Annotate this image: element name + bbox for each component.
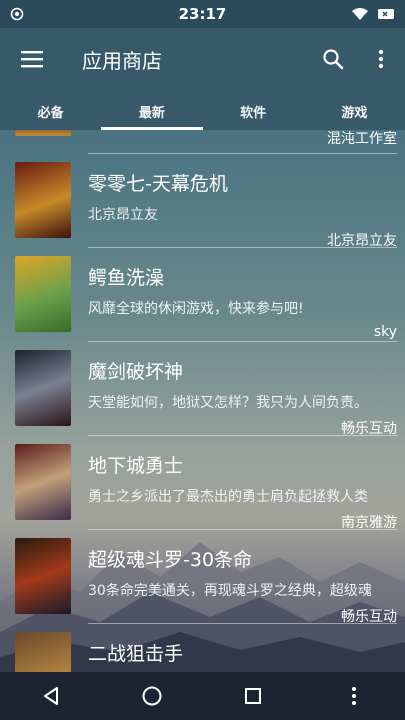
app-developer: sky bbox=[373, 324, 397, 340]
app-description: 勇士之乡派出了最杰出的勇士肩负起拯救人类 bbox=[88, 489, 368, 505]
tab-label: 软件 bbox=[240, 106, 267, 121]
circle-dot-icon bbox=[10, 7, 24, 21]
tab-bar: 必备 最新 软件 游戏 bbox=[0, 90, 405, 130]
app-thumbnail bbox=[15, 538, 71, 614]
list-item[interactable]: 二战狙击手 bbox=[0, 624, 405, 672]
tab-essentials[interactable]: 必备 bbox=[0, 90, 101, 130]
app-thumbnail bbox=[15, 350, 71, 426]
app-description: 30条命完美通关，再现魂斗罗之经典，超级魂 bbox=[88, 583, 372, 599]
more-vertical-icon bbox=[378, 49, 384, 69]
tab-label: 最新 bbox=[138, 106, 165, 121]
list-item[interactable]: 超级魂斗罗-30条命 30条命完美通关，再现魂斗罗之经典，超级魂 畅乐互动 bbox=[0, 530, 405, 625]
list-item[interactable]: 地下城勇士 勇士之乡派出了最杰出的勇士肩负起拯救人类 南京雅游 bbox=[0, 436, 405, 531]
app-title: 应用商店 bbox=[82, 48, 162, 73]
back-triangle-icon bbox=[43, 687, 58, 705]
app-bar: 应用商店 bbox=[0, 28, 405, 90]
nav-more-button[interactable] bbox=[324, 672, 384, 720]
overflow-menu-button[interactable] bbox=[357, 28, 405, 90]
status-bar: 23:17 bbox=[0, 0, 405, 28]
app-name: 地下城勇士 bbox=[88, 455, 184, 477]
app-list[interactable]: 混沌工作室 零零七-天幕危机 北京昂立友 北京昂立友 鳄鱼洗澡 风靡全球的休闲游… bbox=[0, 130, 405, 672]
menu-button[interactable] bbox=[0, 28, 64, 90]
back-button[interactable] bbox=[21, 672, 81, 720]
app-name: 超级魂斗罗-30条命 bbox=[88, 549, 253, 571]
battery-icon bbox=[378, 9, 394, 19]
app-thumbnail bbox=[15, 162, 71, 238]
home-circle-icon bbox=[142, 686, 162, 706]
app-thumbnail bbox=[15, 632, 71, 672]
tab-label: 必备 bbox=[37, 106, 64, 121]
app-description: 北京昂立友 bbox=[88, 207, 158, 223]
app-thumbnail bbox=[15, 256, 71, 332]
app-thumbnail bbox=[15, 444, 71, 520]
recents-button[interactable] bbox=[223, 672, 283, 720]
search-icon bbox=[323, 49, 344, 70]
list-item[interactable]: 零零七-天幕危机 北京昂立友 北京昂立友 bbox=[0, 154, 405, 249]
list-item[interactable]: 鳄鱼洗澡 风靡全球的休闲游戏，快来参与吧! sky bbox=[0, 248, 405, 342]
navigation-bar bbox=[0, 672, 405, 720]
app-developer: 混沌工作室 bbox=[327, 131, 397, 147]
app-name: 二战狙击手 bbox=[88, 643, 184, 665]
home-button[interactable] bbox=[122, 672, 182, 720]
tab-label: 游戏 bbox=[341, 106, 368, 121]
app-description: 风靡全球的休闲游戏，快来参与吧! bbox=[88, 301, 304, 317]
list-item[interactable]: 混沌工作室 bbox=[0, 130, 405, 154]
tab-latest[interactable]: 最新 bbox=[101, 90, 203, 130]
status-time: 23:17 bbox=[178, 5, 227, 23]
list-item[interactable]: 魔剑破坏神 天堂能如何，地狱又怎样？我只为人间负责。 畅乐互动 bbox=[0, 342, 405, 437]
app-description: 天堂能如何，地狱又怎样？我只为人间负责。 bbox=[88, 395, 368, 411]
recents-square-icon bbox=[245, 688, 262, 704]
search-button[interactable] bbox=[309, 28, 357, 90]
hamburger-menu-icon bbox=[21, 51, 43, 68]
more-vertical-icon bbox=[352, 687, 357, 705]
app-name: 鳄鱼洗澡 bbox=[88, 267, 165, 289]
tab-software[interactable]: 软件 bbox=[203, 90, 304, 130]
app-thumbnail bbox=[15, 130, 71, 136]
app-name: 零零七-天幕危机 bbox=[88, 173, 228, 195]
wifi-icon bbox=[352, 8, 369, 21]
app-name: 魔剑破坏神 bbox=[88, 361, 184, 383]
tab-games[interactable]: 游戏 bbox=[304, 90, 405, 130]
